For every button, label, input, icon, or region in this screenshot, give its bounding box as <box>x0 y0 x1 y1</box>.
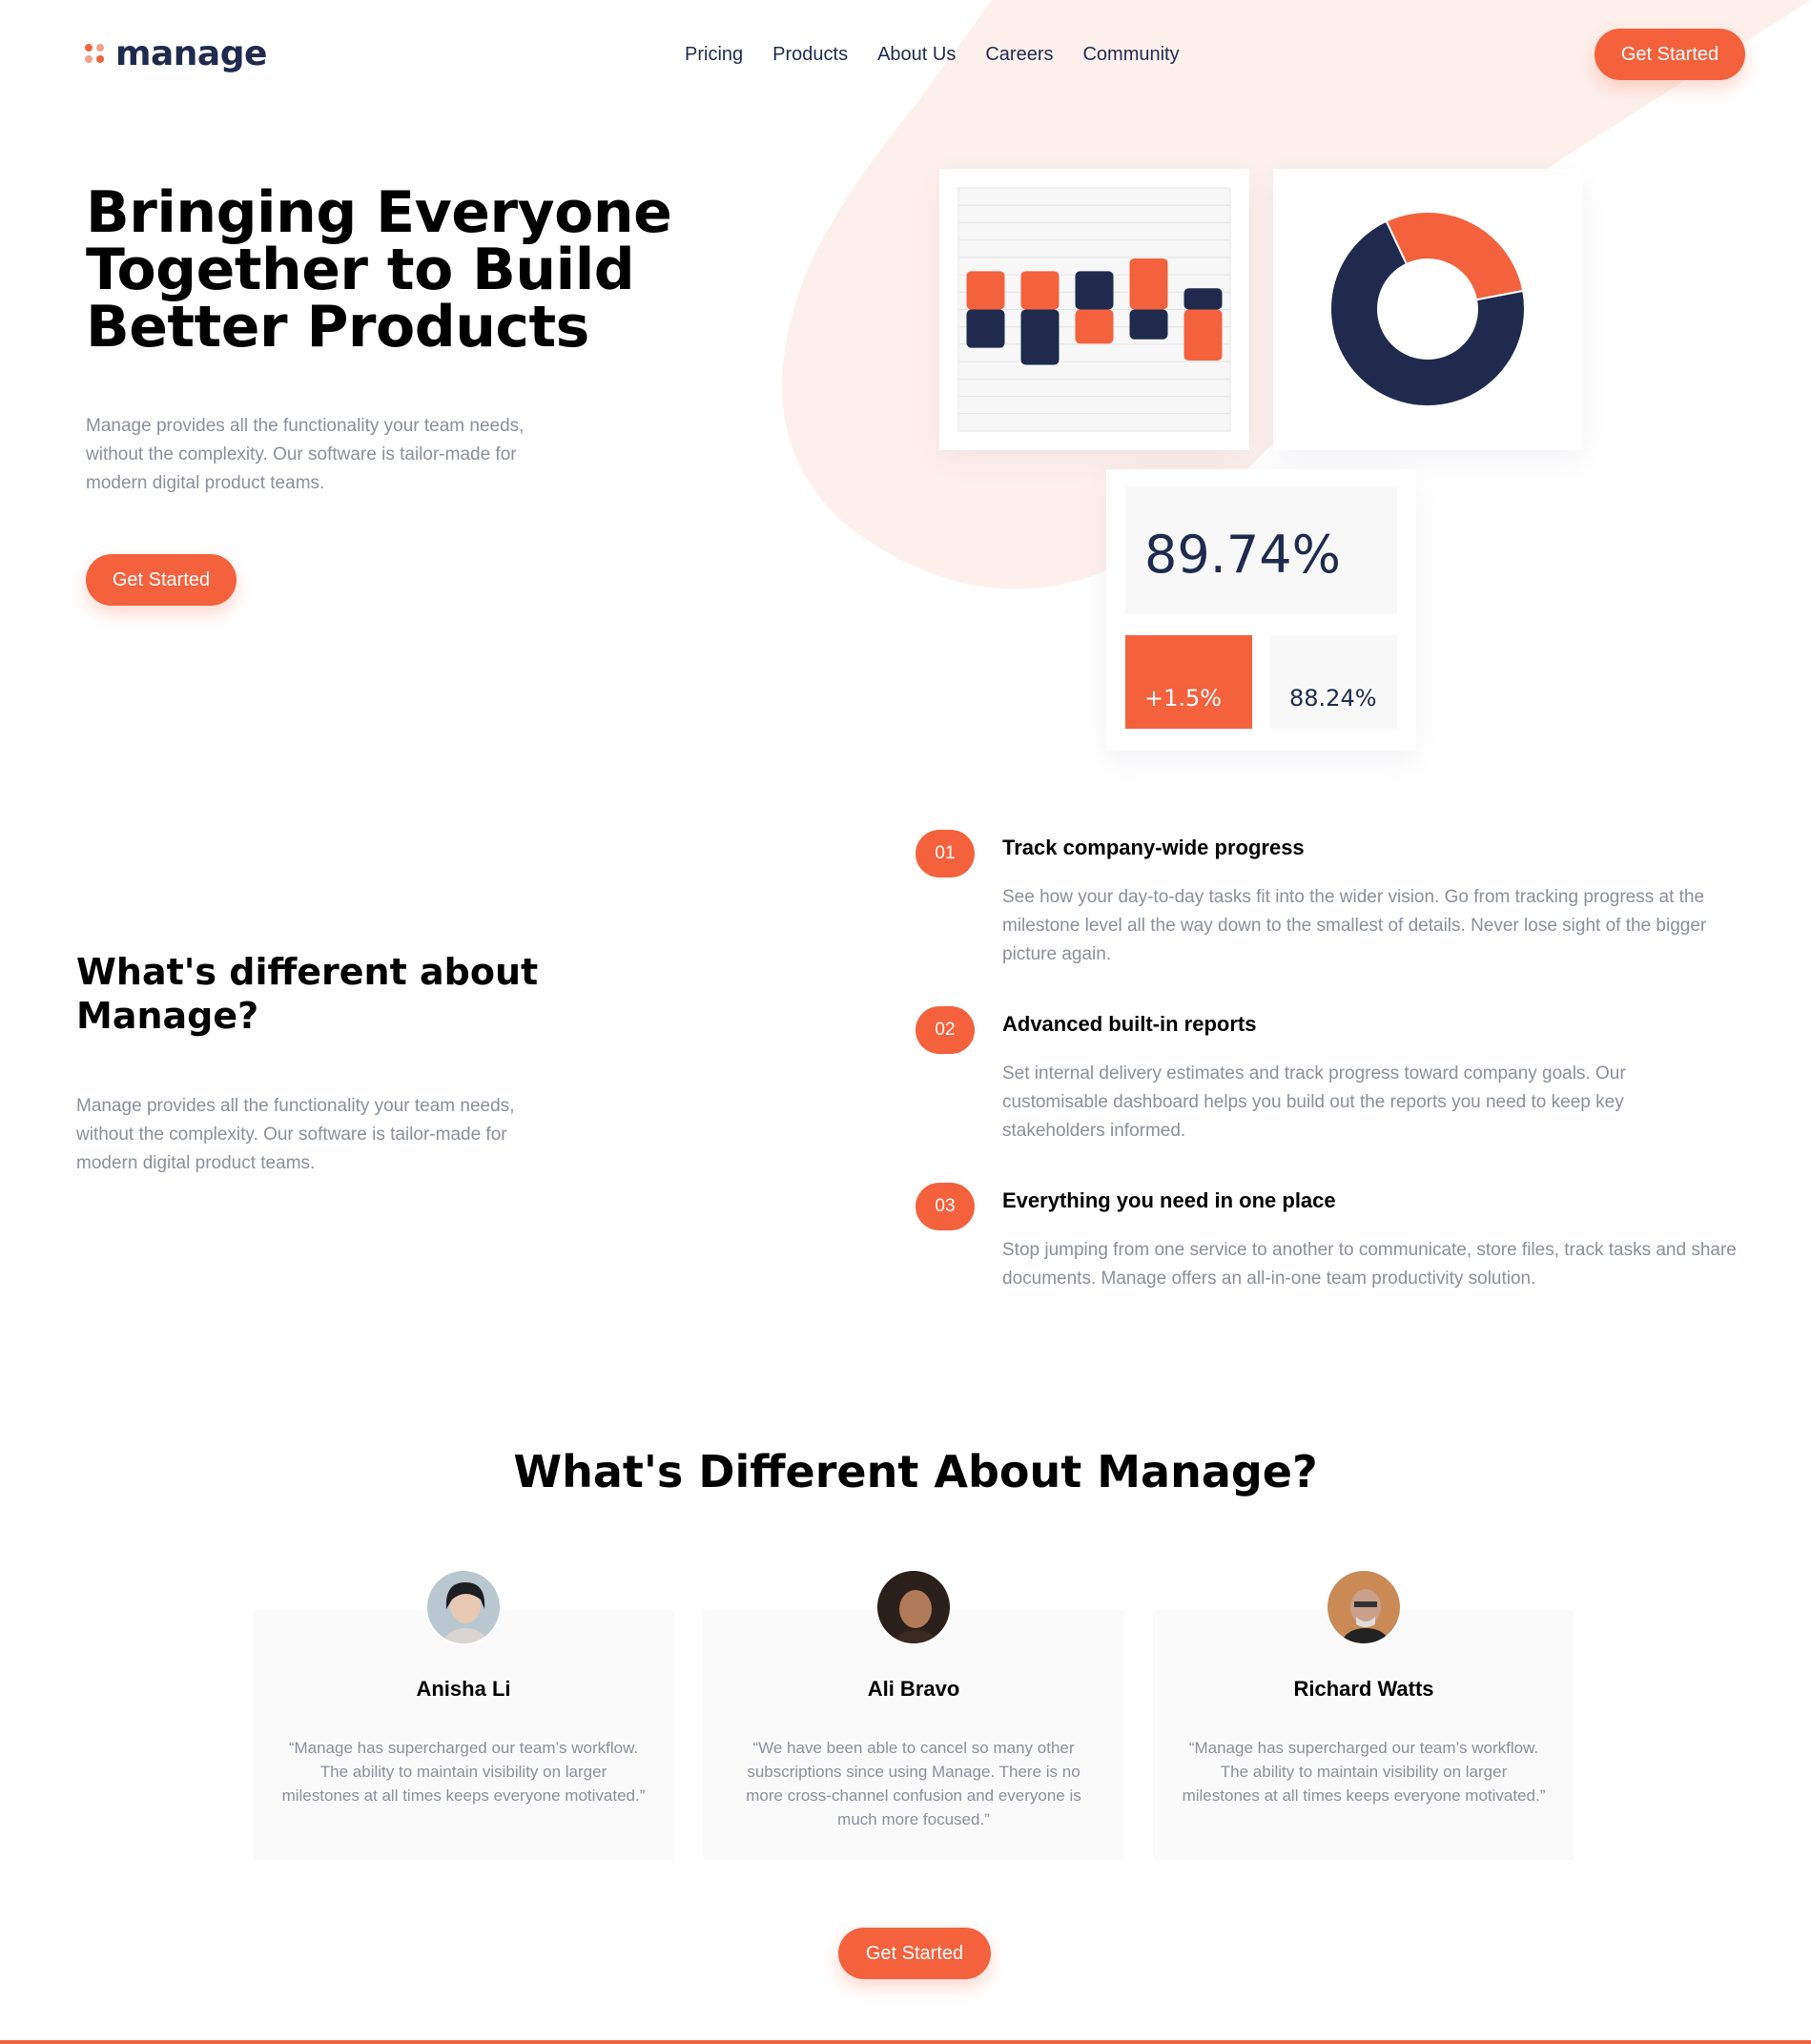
bar-chart-bar <box>1129 309 1168 340</box>
donut-chart <box>1329 211 1526 407</box>
testimonial-card: Ali Bravo “We have been able to cancel s… <box>703 1610 1124 1860</box>
bar-chart <box>957 187 1231 432</box>
testimonials-get-started-button[interactable]: Get Started <box>838 1928 991 1979</box>
donut-chart-card <box>1273 169 1583 450</box>
nav-pricing[interactable]: Pricing <box>685 44 743 66</box>
stats-main-value: 89.74% <box>1144 525 1341 585</box>
testimonial-name: Richard Watts <box>1293 1677 1434 1701</box>
bar-chart-bar <box>1075 271 1114 310</box>
stats-change-panel: +1.5% <box>1125 635 1252 729</box>
bar-chart-bar <box>1129 258 1168 310</box>
feature-text: See how your day-to-day tasks fit into t… <box>1002 887 1707 964</box>
hero-description: Manage provides all the functionality yo… <box>86 416 525 493</box>
testimonial-name: Ali Bravo <box>867 1677 960 1701</box>
avatar <box>1326 1569 1402 1645</box>
feature-title: Everything you need in one place <box>1002 1188 1336 1212</box>
nav-products[interactable]: Products <box>772 44 848 66</box>
bar-chart-bar <box>1183 288 1223 310</box>
about-description: Manage provides all the functionality yo… <box>76 1096 515 1173</box>
donut-chart-slice <box>1385 211 1525 301</box>
main-nav: Pricing Products About Us Careers Commun… <box>685 44 1180 66</box>
logo-dots-icon <box>85 43 106 65</box>
testimonials-title: What's Different About Manage? <box>513 1446 1318 1497</box>
stats-card: 89.74% +1.5% 88.24% <box>1106 469 1416 751</box>
bar-chart-bar <box>1075 309 1114 344</box>
testimonial-card: Richard Watts “Manage has supercharged o… <box>1153 1610 1574 1860</box>
feature-text: Stop jumping from one service to another… <box>1002 1240 1737 1289</box>
hero-title: Bringing Everyone Together to Build Bett… <box>86 179 672 361</box>
logo-text: manage <box>115 34 267 73</box>
nav-about-us[interactable]: About Us <box>877 44 956 66</box>
avatar <box>425 1569 502 1645</box>
header-get-started-button[interactable]: Get Started <box>1595 29 1745 80</box>
hero-get-started-button[interactable]: Get Started <box>86 554 237 606</box>
bar-chart-card <box>939 169 1249 450</box>
feature-text: Set internal delivery estimates and trac… <box>1002 1063 1626 1141</box>
nav-community[interactable]: Community <box>1082 44 1179 66</box>
stats-secondary-value: 88.24% <box>1289 685 1377 712</box>
testimonial-quote: “We have been able to cancel so many oth… <box>746 1739 1081 1828</box>
feature-number-badge: 01 <box>916 830 975 877</box>
stats-secondary-panel: 88.24% <box>1270 635 1397 729</box>
testimonial-quote: “Manage has supercharged our team’s work… <box>281 1739 646 1805</box>
avatar <box>875 1569 952 1645</box>
feature-number-badge: 02 <box>916 1006 975 1054</box>
about-title: What's different about Manage? <box>76 951 539 1037</box>
bar-chart-bar <box>1183 309 1223 361</box>
bar-chart-bar <box>966 271 1005 310</box>
bar-chart-bar <box>1020 271 1060 310</box>
testimonial-quote: “Manage has supercharged our team’s work… <box>1182 1739 1546 1805</box>
bar-chart-bar <box>966 309 1005 348</box>
footer-edge <box>0 2040 1811 2044</box>
stats-change-value: +1.5% <box>1144 685 1223 712</box>
nav-careers[interactable]: Careers <box>985 44 1053 66</box>
feature-title: Advanced built-in reports <box>1002 1012 1257 1036</box>
testimonial-name: Anisha Li <box>416 1677 511 1701</box>
feature-title: Track company-wide progress <box>1002 836 1305 859</box>
feature-number-badge: 03 <box>916 1183 975 1230</box>
logo[interactable]: manage <box>85 34 267 73</box>
bar-chart-bar <box>1020 309 1060 365</box>
stats-main-panel: 89.74% <box>1125 486 1397 614</box>
testimonial-card: Anisha Li “Manage has supercharged our t… <box>253 1610 674 1860</box>
